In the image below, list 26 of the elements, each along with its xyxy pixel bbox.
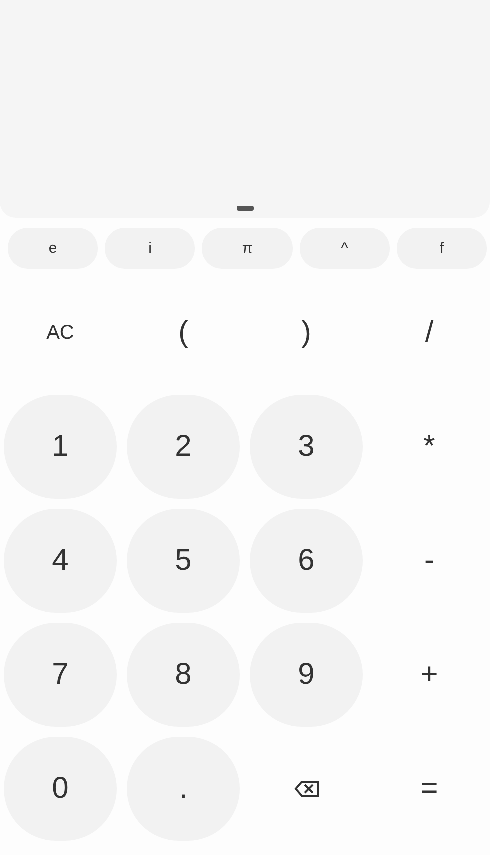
function-button[interactable]: i bbox=[105, 228, 196, 269]
operator-button[interactable]: = bbox=[373, 737, 486, 841]
function-button[interactable]: f bbox=[396, 228, 488, 269]
digit-button[interactable]: 5 bbox=[127, 509, 240, 613]
digit-button[interactable]: 0 bbox=[4, 737, 117, 841]
operator-button[interactable]: + bbox=[373, 623, 486, 727]
digit-button[interactable]: 1 bbox=[4, 395, 117, 499]
digit-button[interactable]: . bbox=[127, 737, 240, 841]
digit-button[interactable]: 4 bbox=[4, 509, 117, 613]
function-button[interactable]: ^ bbox=[300, 228, 390, 269]
function-button[interactable]: π bbox=[202, 228, 293, 269]
digit-button[interactable]: 7 bbox=[4, 623, 117, 727]
digit-button[interactable]: 6 bbox=[250, 509, 363, 613]
digit-button[interactable]: 8 bbox=[127, 623, 240, 727]
operator-button[interactable]: ( bbox=[127, 281, 240, 385]
operator-button[interactable]: / bbox=[373, 281, 486, 385]
digit-button[interactable]: 2 bbox=[127, 395, 240, 499]
backspace-icon[interactable] bbox=[294, 780, 320, 798]
operator-button[interactable]: - bbox=[373, 509, 486, 613]
digit-button[interactable]: 3 bbox=[250, 395, 363, 499]
operator-button[interactable]: AC bbox=[4, 281, 117, 385]
drag-handle[interactable] bbox=[236, 206, 254, 211]
operator-button[interactable]: ) bbox=[250, 281, 363, 385]
operator-button[interactable]: * bbox=[373, 395, 486, 499]
digit-button[interactable]: 9 bbox=[250, 623, 363, 727]
function-button[interactable]: e bbox=[8, 228, 98, 269]
